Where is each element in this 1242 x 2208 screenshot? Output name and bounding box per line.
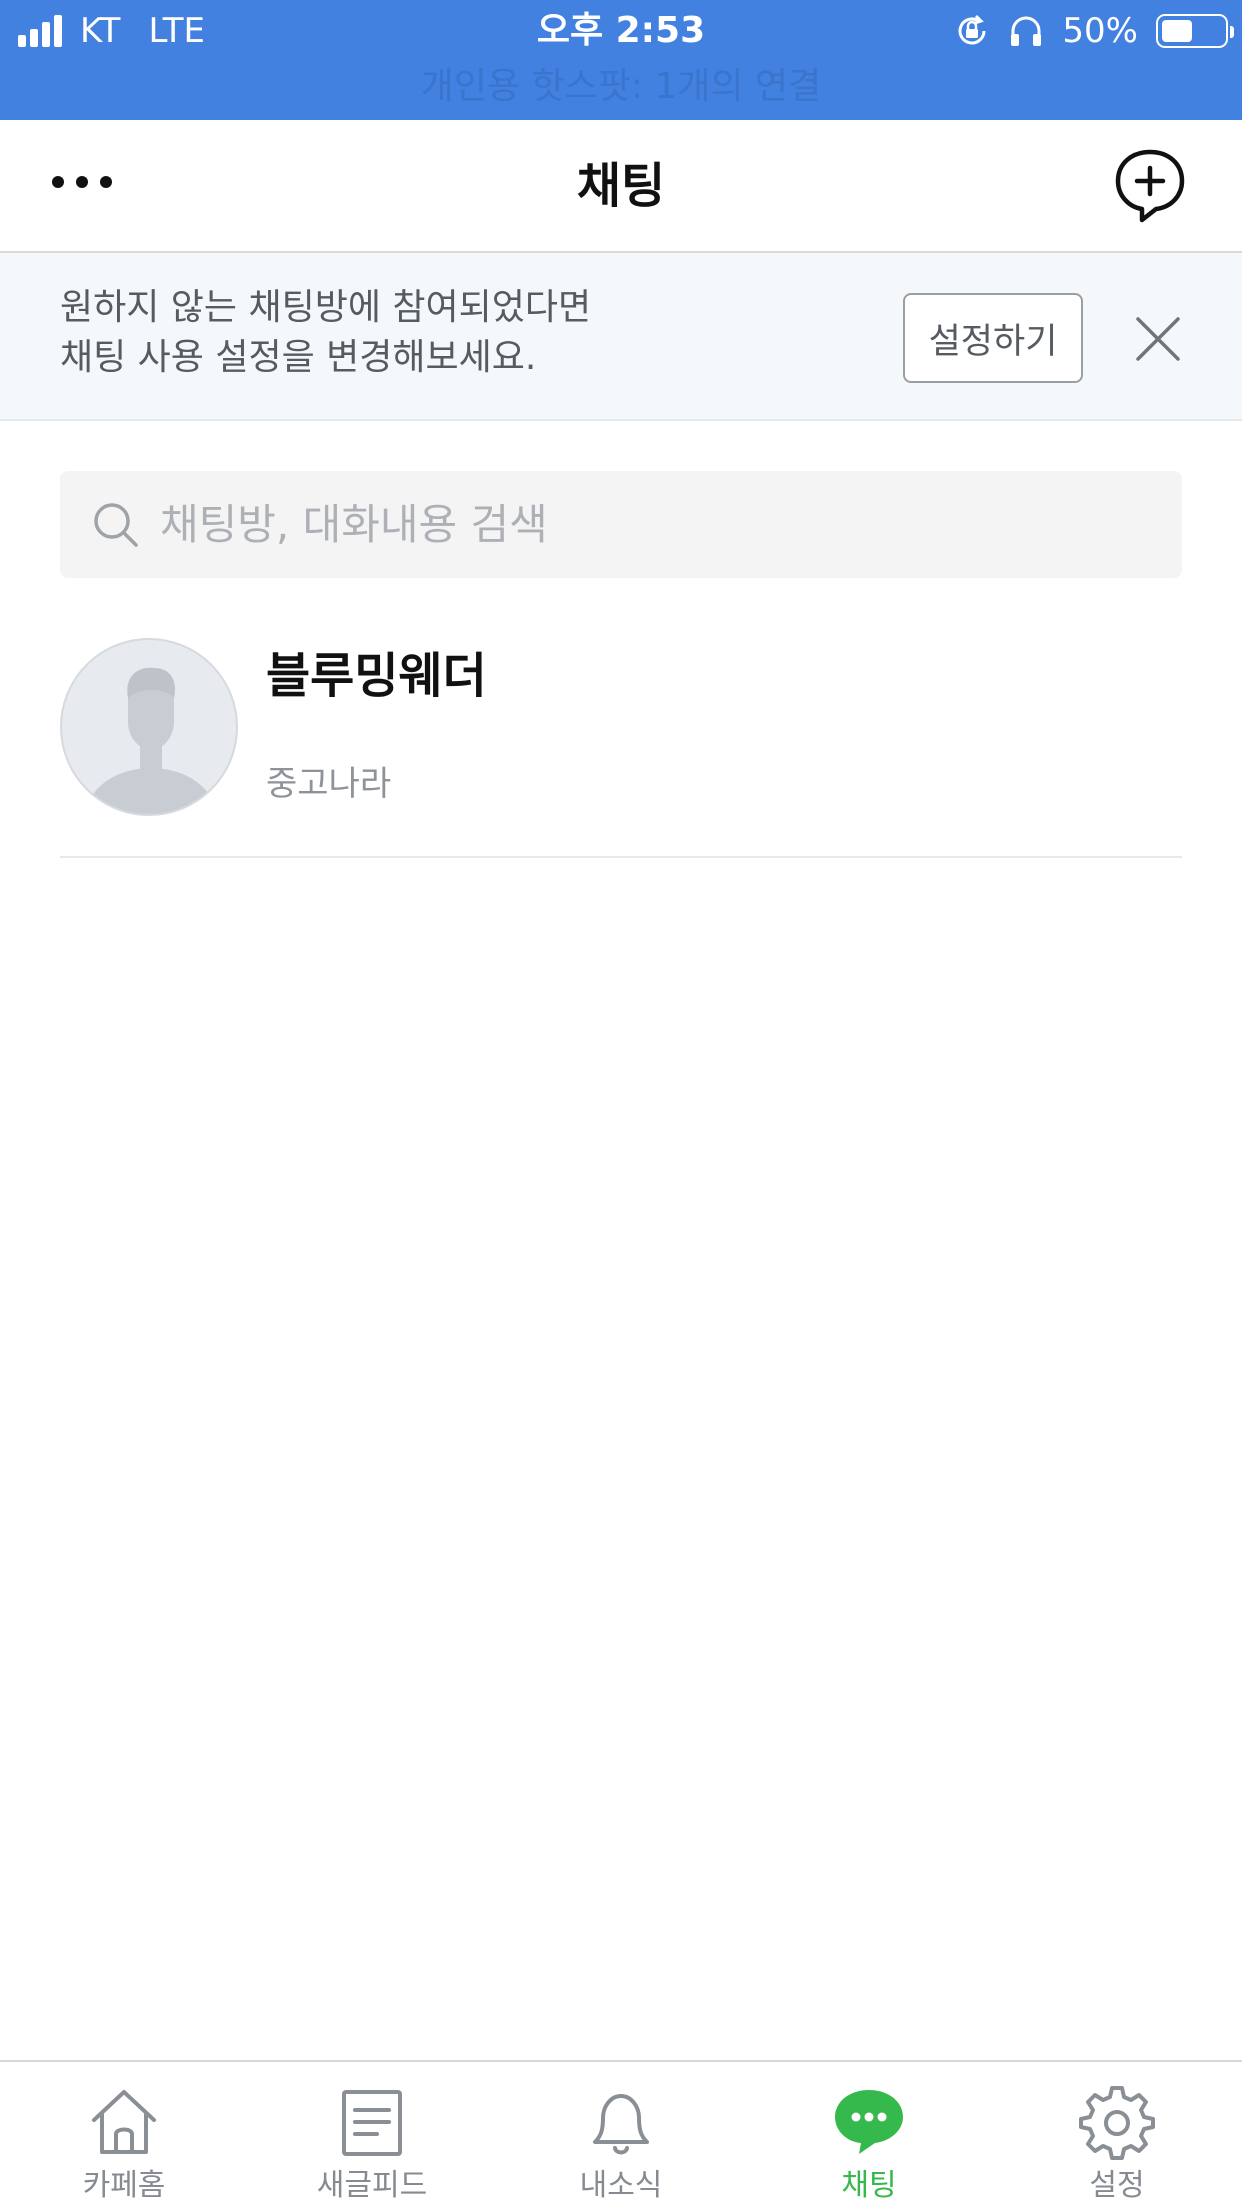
chat-list-item[interactable]: 블루밍웨더 중고나라 xyxy=(60,638,1182,858)
tab-cafe-home[interactable]: 카페홈 xyxy=(0,2062,248,2208)
tab-label: 내소식 xyxy=(579,2168,663,2203)
chat-icon xyxy=(835,2090,903,2154)
avatar xyxy=(60,638,238,816)
chat-subtitle: 중고나라 xyxy=(266,764,392,804)
tab-label: 채팅 xyxy=(841,2168,897,2203)
chat-name: 블루밍웨더 xyxy=(266,648,487,704)
feed-icon xyxy=(342,2090,402,2156)
battery-icon xyxy=(1156,14,1234,48)
banner-line-2: 채팅 사용 설정을 변경해보세요. xyxy=(60,337,537,378)
status-right: 50% xyxy=(954,8,1234,54)
headphones-icon xyxy=(1011,16,1042,46)
nav-bar: 채팅 xyxy=(0,120,1242,253)
battery-percent: 50% xyxy=(1062,11,1138,51)
new-chat-icon[interactable] xyxy=(1112,146,1188,226)
page-title: 채팅 xyxy=(576,158,666,214)
bell-icon xyxy=(593,2094,649,2155)
close-icon[interactable] xyxy=(1134,315,1182,363)
battery-fill xyxy=(1162,20,1192,42)
settings-button[interactable]: 설정하기 xyxy=(903,293,1083,383)
tab-label: 새글피드 xyxy=(316,2168,428,2203)
default-avatar-icon xyxy=(85,667,217,814)
tab-label: 카페홈 xyxy=(82,2168,166,2203)
tab-my-news[interactable]: 내소식 xyxy=(497,2062,745,2208)
gear-icon xyxy=(1079,2086,1155,2160)
tab-settings[interactable]: 설정 xyxy=(993,2062,1241,2208)
search-bar[interactable] xyxy=(60,471,1182,578)
home-icon xyxy=(92,2090,156,2154)
chat-settings-banner: 원하지 않는 채팅방에 참여되었다면 채팅 사용 설정을 변경해보세요. 설정하… xyxy=(0,253,1242,421)
search-icon xyxy=(94,503,138,547)
search-input[interactable] xyxy=(160,489,1160,559)
hotspot-label: 개인용 핫스팟: 1개의 연결 xyxy=(420,66,822,107)
tab-bar: 카페홈 새글피드 내소식 채팅 설정 xyxy=(0,2060,1242,2208)
status-bar: KT LTE 오후 2:53 50% 개인용 핫스팟: 1개의 연결 xyxy=(0,0,1242,120)
tab-new-feed[interactable]: 새글피드 xyxy=(248,2062,496,2208)
tab-label: 설정 xyxy=(1089,2168,1145,2203)
rotation-lock-icon xyxy=(958,14,986,45)
banner-line-1: 원하지 않는 채팅방에 참여되었다면 xyxy=(60,287,592,328)
tab-chat[interactable]: 채팅 xyxy=(745,2062,993,2208)
banner-message: 원하지 않는 채팅방에 참여되었다면 채팅 사용 설정을 변경해보세요. xyxy=(60,283,880,383)
